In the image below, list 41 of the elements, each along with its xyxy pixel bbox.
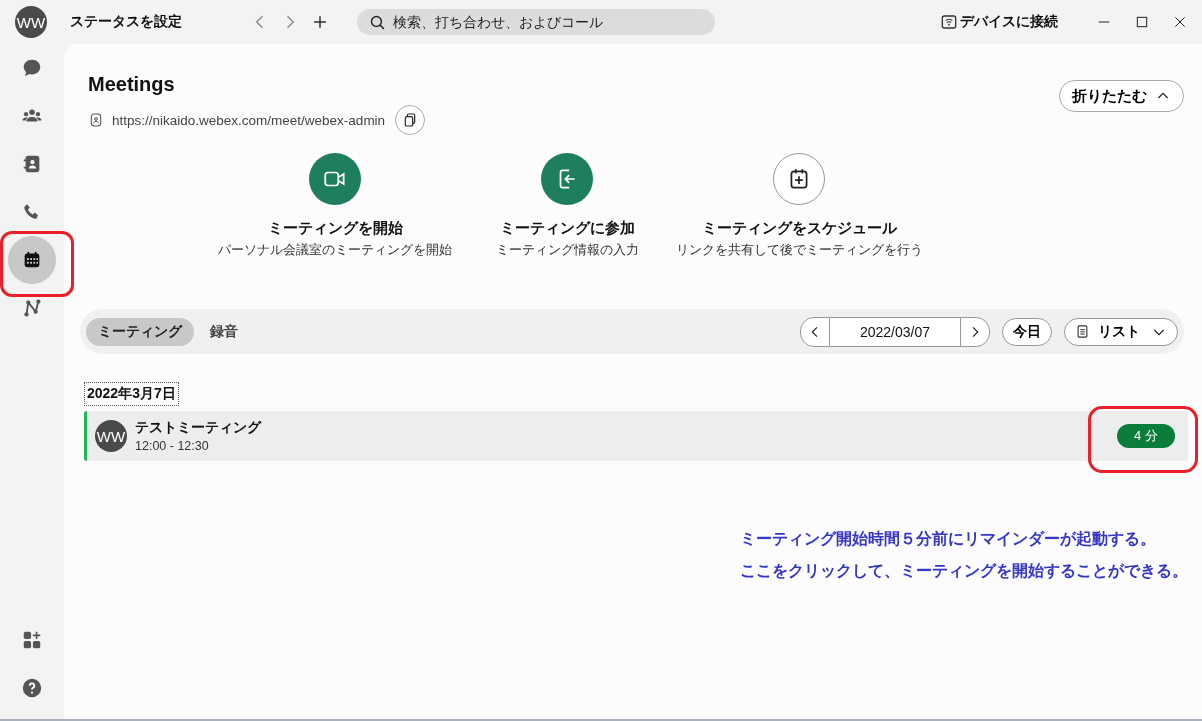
tab[interactable]: 録音 [198,317,250,346]
reminder-badge[interactable]: 4 分 [1117,424,1175,448]
action-subtitle: パーソナル会議室のミーティングを開始 [218,241,452,259]
today-button[interactable]: 今日 [1002,317,1052,346]
page-title: Meetings [88,73,176,96]
date-value: 2022/03/07 [829,317,961,346]
sidebar-item[interactable] [8,236,56,284]
copy-button[interactable] [395,105,426,135]
chat-bubble-icon [21,57,43,79]
apps-add-icon [21,629,43,651]
meeting-link[interactable]: https://nikaido.webex.com/meet/webex-admin [112,112,386,128]
search-icon [369,13,386,31]
connect-device-button[interactable]: デバイスに接続 [941,13,1058,31]
tab[interactable]: ミーティング [86,317,194,346]
action-title: ミーティングをスケジュール [701,219,897,238]
meeting-title: テストミーティング [135,419,261,437]
action-subtitle: ミーティング情報の入力 [495,241,639,259]
date-heading: 2022年3月7日 [84,382,179,406]
wifi-device-icon [941,14,957,30]
lock-icon [88,112,104,128]
action-title: ミーティングに参加 [499,219,635,238]
view-dropdown[interactable]: リスト [1064,317,1178,346]
maximize-icon[interactable] [1134,14,1150,30]
search-field[interactable]: 検索、打ち合わせ、およびコール [357,9,715,35]
start-meeting-button[interactable] [309,153,361,205]
help-icon [21,677,43,699]
list-icon [1075,324,1090,339]
collapse-button[interactable]: 折りたたむ [1059,80,1184,112]
join-meeting-button[interactable] [541,153,593,205]
annotation-text: ここをクリックして、ミーティングを開始することができる。 [740,561,1188,581]
close-icon[interactable] [1172,14,1188,30]
set-status-link[interactable]: ステータスを設定 [70,13,250,31]
action-title: ミーティングを開始 [267,219,403,238]
annotation-text: ミーティング開始時間５分前にリマインダーが起動する。 [740,529,1157,549]
action-subtitle: リンクを共有して後でミーティングを行う [675,241,923,259]
date-picker[interactable]: 2022/03/07 [800,316,990,347]
meeting-time: 12:00 - 12:30 [135,439,210,453]
schedule-meeting-button[interactable] [773,153,825,205]
host-avatar: WW [95,420,127,452]
user-avatar[interactable]: WW [15,6,47,38]
network-nodes-icon [21,297,43,319]
